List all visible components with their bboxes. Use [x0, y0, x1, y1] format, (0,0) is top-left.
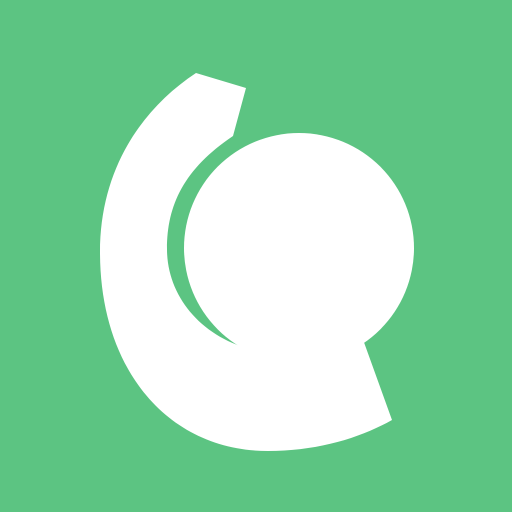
app-logo-icon [0, 0, 512, 512]
app-icon-canvas [0, 0, 512, 512]
inner-circle-shape [184, 133, 414, 363]
